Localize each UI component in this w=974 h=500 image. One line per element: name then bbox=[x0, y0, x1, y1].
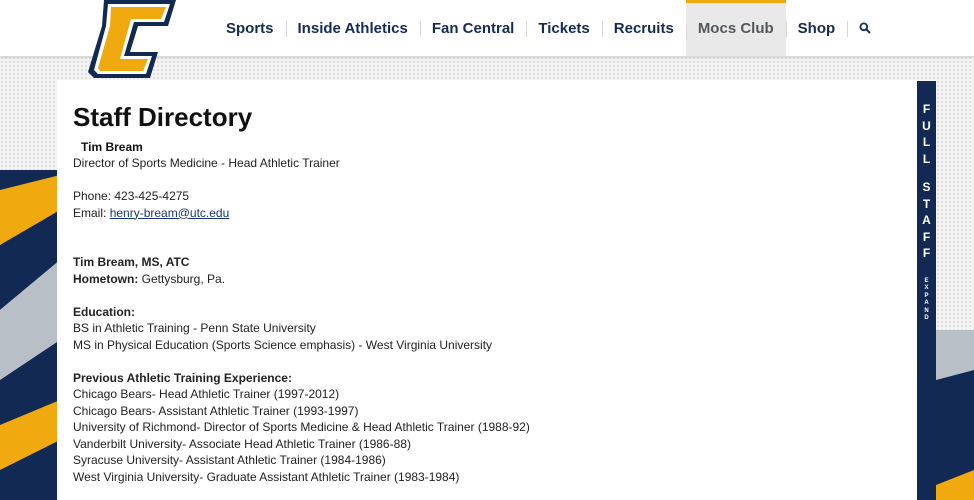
page-title: Staff Directory bbox=[73, 102, 253, 132]
hometown-label: Hometown: bbox=[73, 271, 139, 286]
decorative-stripes-right bbox=[936, 330, 974, 500]
staff-email-row: Email: henry-bream@utc.edu bbox=[73, 205, 902, 222]
hometown-value: Gettysburg, Pa. bbox=[138, 271, 226, 286]
tab-letter: L bbox=[922, 151, 931, 166]
nav-item-mocs-club[interactable]: Mocs Club bbox=[685, 0, 786, 56]
search-icon bbox=[859, 22, 871, 34]
tab-expand-letter: E bbox=[924, 277, 929, 284]
search-button[interactable] bbox=[847, 0, 883, 56]
main-nav: Sports Inside Athletics Fan Central Tick… bbox=[214, 0, 883, 56]
staff-position: Director of Sports Medicine - Head Athle… bbox=[73, 156, 340, 170]
email-link[interactable]: henry-bream@utc.edu bbox=[110, 206, 230, 220]
experience-item: Chicago Bears- Head Athletic Trainer (19… bbox=[73, 387, 340, 401]
tab-letter: A bbox=[922, 213, 931, 227]
experience-item: Vanderbilt University- Associate Head At… bbox=[73, 436, 411, 451]
tab-expand-letter: X bbox=[924, 285, 929, 291]
nav-item-tickets[interactable]: Tickets bbox=[526, 0, 601, 56]
decorative-stripes-left bbox=[0, 170, 60, 500]
tab-letter: F bbox=[922, 246, 931, 260]
education-item: BS in Athletic Training - Penn State Uni… bbox=[73, 321, 316, 335]
tab-expand-letter: D bbox=[924, 315, 929, 321]
tab-letter: T bbox=[922, 196, 931, 211]
full-staff-expand-tab[interactable]: F U L L S T A F F E X P A N D bbox=[917, 81, 936, 500]
staff-phone: Phone: 423-425-4275 bbox=[73, 189, 190, 203]
nav-item-fan-central[interactable]: Fan Central bbox=[419, 0, 527, 56]
email-label: Email: bbox=[73, 205, 110, 220]
education-item: MS in Physical Education (Sports Science… bbox=[73, 337, 493, 352]
education-heading: Education: bbox=[73, 304, 135, 319]
tab-expand-letter: N bbox=[924, 307, 929, 314]
bio-name: Tim Bream, MS, ATC bbox=[73, 255, 190, 269]
experience-item: West Virginia University- Graduate Assis… bbox=[73, 469, 460, 484]
staff-name: Tim Bream bbox=[81, 140, 143, 154]
nav-item-recruits[interactable]: Recruits bbox=[601, 0, 686, 56]
nav-item-shop[interactable]: Shop bbox=[785, 0, 848, 56]
tab-expand-letter: A bbox=[924, 300, 929, 306]
tab-letter: F bbox=[922, 229, 931, 244]
tab-expand-letter: P bbox=[924, 292, 929, 299]
bio-hometown: Hometown: Gettysburg, Pa. bbox=[73, 271, 902, 288]
tab-letter: L bbox=[922, 135, 931, 149]
tab-letter: U bbox=[922, 118, 931, 133]
experience-heading: Previous Athletic Training Experience: bbox=[73, 370, 292, 385]
experience-item: Syracuse University- Assistant Athletic … bbox=[73, 453, 386, 467]
tab-letter: S bbox=[922, 180, 931, 194]
nav-item-sports[interactable]: Sports bbox=[214, 0, 286, 56]
utc-c-logo[interactable] bbox=[88, 0, 180, 78]
experience-item: Chicago Bears- Assistant Athletic Traine… bbox=[73, 403, 359, 418]
nav-item-inside-athletics[interactable]: Inside Athletics bbox=[285, 0, 420, 56]
tab-letter: F bbox=[922, 102, 931, 116]
staff-content-panel: Staff Directory Tim Bream Director of Sp… bbox=[57, 80, 918, 500]
experience-item: University of Richmond- Director of Spor… bbox=[73, 420, 530, 434]
